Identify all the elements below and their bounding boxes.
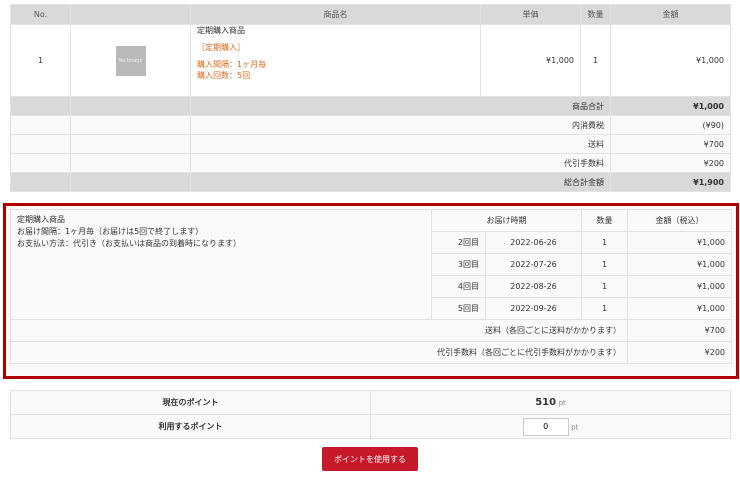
delivery-round: 5回目 — [431, 297, 486, 320]
header-amount: 金額 — [610, 4, 731, 25]
cod-fee-per-delivery-row: 代引手数料（各回ごとに代引手数料がかかります） ¥200 — [10, 341, 732, 364]
summary-row-grand-total: 総合計金額 ¥1,900 — [10, 172, 731, 192]
subscription-info-interval: お届け間隔：1ヶ月毎（お届けは5回で終了します） — [17, 227, 204, 236]
summary-label: 代引手数料 — [190, 153, 611, 173]
delivery-amount: ¥1,000 — [627, 253, 732, 276]
item-name-cell: 定期購入商品 ［定期購入］ 購入間隔：1ヶ月毎 購入回数：5回 — [190, 24, 481, 97]
points-unit: pt — [571, 423, 579, 431]
delivery-round: 4回目 — [431, 275, 486, 298]
current-points-cell: 510 pt — [370, 390, 731, 415]
delivery-amount: ¥1,000 — [627, 275, 732, 298]
current-points-row: 現在のポイント 510 pt — [10, 390, 731, 415]
subscription-schedule-table: 定期購入商品 お届け間隔：1ヶ月毎（お届けは5回で終了します） お支払い方法：代… — [10, 209, 732, 364]
delivery-amount: ¥1,000 — [627, 297, 732, 320]
summary-label: 内消費税 — [190, 115, 611, 135]
order-item-row: 1 No Image 定期購入商品 ［定期購入］ 購入間隔：1ヶ月毎 購入回数：… — [10, 24, 731, 97]
use-points-input[interactable] — [522, 417, 569, 436]
summary-value: ¥200 — [610, 153, 731, 173]
item-quantity: 1 — [580, 24, 611, 97]
delivery-quantity: 1 — [581, 297, 628, 320]
current-points-label: 現在のポイント — [10, 390, 371, 415]
header-product-name: 商品名 — [190, 4, 481, 25]
summary-row-cod-fee: 代引手数料 ¥200 — [10, 153, 731, 173]
summary-value: ¥700 — [610, 134, 731, 154]
order-header-row: No. 商品名 単価 数量 金額 — [10, 4, 731, 25]
header-unit-price: 単価 — [480, 4, 581, 25]
delivery-quantity: 1 — [581, 253, 628, 276]
delivery-quantity: 1 — [581, 231, 628, 254]
purchase-interval: 購入間隔：1ヶ月毎 — [197, 59, 267, 69]
shipping-per-delivery-value: ¥700 — [627, 319, 732, 342]
summary-value: (¥90) — [610, 115, 731, 135]
summary-label: 総合計金額 — [190, 172, 611, 192]
delivery-round: 3回目 — [431, 253, 486, 276]
header-delivery-date: お届け時期 — [431, 209, 582, 232]
item-unit-price: ¥1,000 — [480, 24, 581, 97]
delivery-date: 2022-09-26 — [485, 297, 582, 320]
use-points-cell: pt — [370, 414, 731, 439]
item-number: 1 — [10, 24, 71, 97]
header-image — [70, 4, 191, 25]
delivery-quantity: 1 — [581, 275, 628, 298]
points-unit: pt — [558, 399, 566, 407]
subscription-info: 定期購入商品 お届け間隔：1ヶ月毎（お届けは5回で終了します） お支払い方法：代… — [10, 209, 432, 320]
shipping-per-delivery-row: 送料（各回ごとに送料がかかります） ¥700 — [10, 319, 732, 342]
item-image-cell: No Image — [70, 24, 191, 97]
summary-label: 送料 — [190, 134, 611, 154]
order-table: No. 商品名 単価 数量 金額 1 No Image 定期購入商品 ［定期購入… — [10, 4, 731, 192]
points-table: 現在のポイント 510 pt 利用するポイント pt — [10, 390, 731, 439]
item-amount: ¥1,000 — [610, 24, 731, 97]
shipping-per-delivery-label: 送料（各回ごとに送料がかかります） — [10, 319, 628, 342]
use-points-row: 利用するポイント pt — [10, 414, 731, 439]
product-name: 定期購入商品 — [197, 25, 245, 35]
summary-value: ¥1,000 — [610, 96, 731, 116]
delivery-round: 2回目 — [431, 231, 486, 254]
header-amount-tax: 金額（税込） — [627, 209, 732, 232]
summary-value: ¥1,900 — [610, 172, 731, 192]
delivery-date: 2022-07-26 — [485, 253, 582, 276]
use-points-button[interactable]: ポイントを使用する — [322, 447, 418, 471]
summary-row-shipping: 送料 ¥700 — [10, 134, 731, 154]
subscription-info-payment: お支払い方法：代引き（お支払いは商品の到着時になります） — [17, 239, 241, 248]
summary-row-subtotal: 商品合計 ¥1,000 — [10, 96, 731, 116]
cod-fee-per-delivery-label: 代引手数料（各回ごとに代引手数料がかかります） — [10, 341, 628, 364]
delivery-date: 2022-08-26 — [485, 275, 582, 298]
summary-label: 商品合計 — [190, 96, 611, 116]
header-no: No. — [10, 4, 71, 25]
subscription-info-title: 定期購入商品 — [17, 215, 65, 224]
cod-fee-per-delivery-value: ¥200 — [627, 341, 732, 364]
header-quantity: 数量 — [581, 209, 628, 232]
product-thumbnail: No Image — [115, 45, 146, 76]
summary-row-tax: 内消費税 (¥90) — [10, 115, 731, 135]
subscription-tag: ［定期購入］ — [197, 42, 245, 52]
header-quantity: 数量 — [580, 4, 611, 25]
purchase-count: 購入回数：5回 — [197, 70, 251, 80]
schedule-header-row: 定期購入商品 お届け間隔：1ヶ月毎（お届けは5回で終了します） お支払い方法：代… — [10, 209, 732, 320]
current-points-value: 510 — [535, 397, 557, 408]
delivery-amount: ¥1,000 — [627, 231, 732, 254]
delivery-date: 2022-06-26 — [485, 231, 582, 254]
use-points-label: 利用するポイント — [10, 414, 371, 439]
